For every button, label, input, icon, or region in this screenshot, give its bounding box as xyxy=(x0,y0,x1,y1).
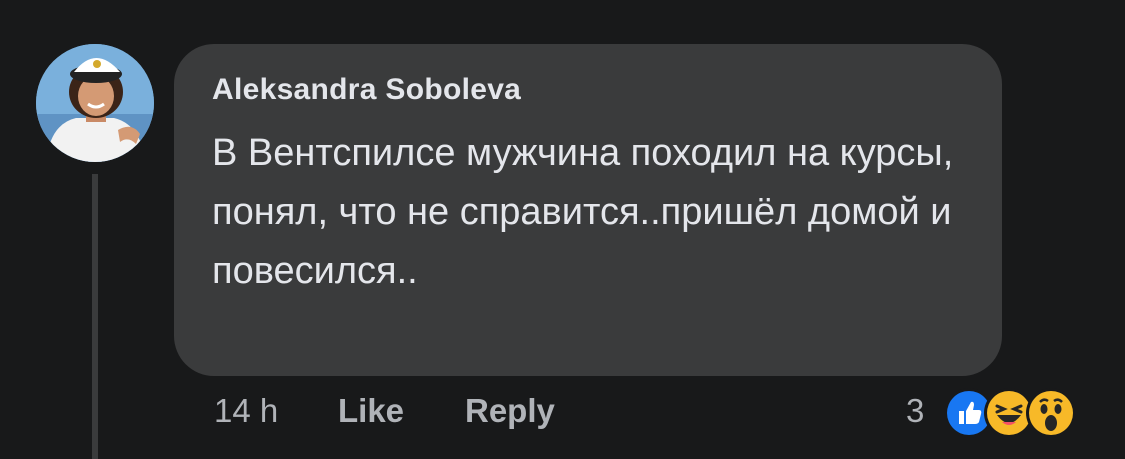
comment-body-text: В Вентспилсе мужчина походил на курсы, п… xyxy=(212,132,954,292)
reactions-summary[interactable] xyxy=(944,388,1094,438)
comment-thread: Aleksandra Soboleva В Вентспилсе мужчина… xyxy=(0,0,1125,459)
reaction-count[interactable]: 3 xyxy=(906,392,924,430)
like-button[interactable]: Like xyxy=(338,392,404,430)
avatar[interactable] xyxy=(36,44,154,162)
wow-reaction-icon xyxy=(1026,388,1076,438)
thread-connector-line xyxy=(92,174,98,459)
comment-timestamp[interactable]: 14 h xyxy=(214,392,278,430)
comment-author-name[interactable]: Aleksandra Soboleva xyxy=(212,73,521,107)
reply-button[interactable]: Reply xyxy=(465,392,555,430)
